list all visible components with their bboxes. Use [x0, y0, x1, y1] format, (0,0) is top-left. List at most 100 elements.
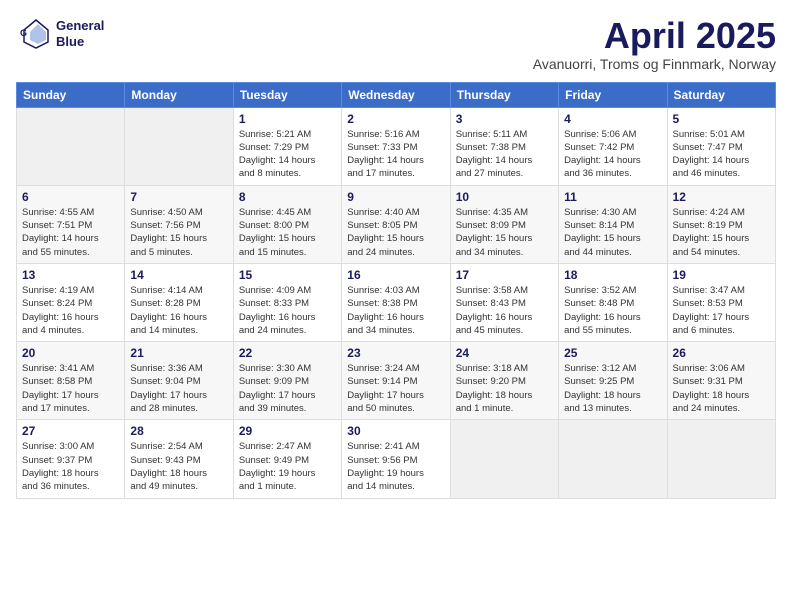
day-info: Sunrise: 5:01 AM Sunset: 7:47 PM Dayligh…	[673, 128, 770, 181]
calendar-cell: 28 Sunrise: 2:54 AM Sunset: 9:43 PM Dayli…	[125, 420, 233, 498]
calendar-cell: 17 Sunrise: 3:58 AM Sunset: 8:43 PM Dayli…	[450, 263, 558, 341]
day-number: 30	[347, 424, 444, 438]
calendar-cell: 4Sunrise: 5:06 AM Sunset: 7:42 PM Daylig…	[559, 107, 667, 185]
calendar-cell: 1 Sunrise: 5:21 AM Sunset: 7:29 PM Daylig…	[233, 107, 341, 185]
day-info: Sunrise: 2:41 AM Sunset: 9:56 PM Dayligh…	[347, 440, 444, 493]
day-number: 1	[239, 112, 336, 126]
day-info: Sunrise: 3:06 AM Sunset: 9:31 PM Dayligh…	[673, 362, 770, 415]
month-title: April 2025	[533, 16, 776, 56]
calendar-week-3: 13 Sunrise: 4:19 AM Sunset: 8:24 PM Dayli…	[17, 263, 776, 341]
calendar-cell: 8 Sunrise: 4:45 AM Sunset: 8:00 PM Daylig…	[233, 185, 341, 263]
day-number: 15	[239, 268, 336, 282]
day-number: 18	[564, 268, 661, 282]
day-info: Sunrise: 3:41 AM Sunset: 8:58 PM Dayligh…	[22, 362, 119, 415]
day-number: 2	[347, 112, 444, 126]
calendar-week-1: 1 Sunrise: 5:21 AM Sunset: 7:29 PM Daylig…	[17, 107, 776, 185]
day-number: 17	[456, 268, 553, 282]
calendar-cell: 12Sunrise: 4:24 AM Sunset: 8:19 PM Dayli…	[667, 185, 775, 263]
day-number: 11	[564, 190, 661, 204]
calendar-week-4: 20 Sunrise: 3:41 AM Sunset: 8:58 PM Dayli…	[17, 342, 776, 420]
calendar-cell: 7 Sunrise: 4:50 AM Sunset: 7:56 PM Daylig…	[125, 185, 233, 263]
day-number: 9	[347, 190, 444, 204]
day-number: 25	[564, 346, 661, 360]
day-number: 8	[239, 190, 336, 204]
calendar-cell: 3 Sunrise: 5:11 AM Sunset: 7:38 PM Daylig…	[450, 107, 558, 185]
calendar-cell: 15 Sunrise: 4:09 AM Sunset: 8:33 PM Dayli…	[233, 263, 341, 341]
day-number: 13	[22, 268, 119, 282]
calendar-cell: 22 Sunrise: 3:30 AM Sunset: 9:09 PM Dayli…	[233, 342, 341, 420]
calendar-cell: 27 Sunrise: 3:00 AM Sunset: 9:37 PM Dayli…	[17, 420, 125, 498]
weekday-header-tuesday: Tuesday	[233, 82, 341, 107]
day-info: Sunrise: 3:24 AM Sunset: 9:14 PM Dayligh…	[347, 362, 444, 415]
day-number: 10	[456, 190, 553, 204]
calendar-cell: 6 Sunrise: 4:55 AM Sunset: 7:51 PM Daylig…	[17, 185, 125, 263]
logo-line1: General	[56, 18, 104, 34]
day-number: 3	[456, 112, 553, 126]
day-number: 16	[347, 268, 444, 282]
svg-text:G: G	[20, 28, 27, 38]
day-info: Sunrise: 3:58 AM Sunset: 8:43 PM Dayligh…	[456, 284, 553, 337]
day-info: Sunrise: 4:19 AM Sunset: 8:24 PM Dayligh…	[22, 284, 119, 337]
day-number: 12	[673, 190, 770, 204]
day-info: Sunrise: 5:11 AM Sunset: 7:38 PM Dayligh…	[456, 128, 553, 181]
calendar-cell	[450, 420, 558, 498]
day-info: Sunrise: 5:21 AM Sunset: 7:29 PM Dayligh…	[239, 128, 336, 181]
calendar-cell: 20 Sunrise: 3:41 AM Sunset: 8:58 PM Dayli…	[17, 342, 125, 420]
calendar-cell: 30 Sunrise: 2:41 AM Sunset: 9:56 PM Dayli…	[342, 420, 450, 498]
day-number: 28	[130, 424, 227, 438]
day-info: Sunrise: 4:30 AM Sunset: 8:14 PM Dayligh…	[564, 206, 661, 259]
calendar-cell: 25 Sunrise: 3:12 AM Sunset: 9:25 PM Dayli…	[559, 342, 667, 420]
day-info: Sunrise: 2:54 AM Sunset: 9:43 PM Dayligh…	[130, 440, 227, 493]
calendar-cell	[17, 107, 125, 185]
weekday-header-monday: Monday	[125, 82, 233, 107]
logo-line2: Blue	[56, 34, 104, 50]
day-number: 7	[130, 190, 227, 204]
calendar-cell: 29 Sunrise: 2:47 AM Sunset: 9:49 PM Dayli…	[233, 420, 341, 498]
day-number: 24	[456, 346, 553, 360]
day-number: 22	[239, 346, 336, 360]
calendar-cell: 18Sunrise: 3:52 AM Sunset: 8:48 PM Dayli…	[559, 263, 667, 341]
day-info: Sunrise: 5:06 AM Sunset: 7:42 PM Dayligh…	[564, 128, 661, 181]
calendar-cell	[667, 420, 775, 498]
day-info: Sunrise: 3:12 AM Sunset: 9:25 PM Dayligh…	[564, 362, 661, 415]
day-number: 6	[22, 190, 119, 204]
calendar-cell: 19Sunrise: 3:47 AM Sunset: 8:53 PM Dayli…	[667, 263, 775, 341]
day-info: Sunrise: 4:09 AM Sunset: 8:33 PM Dayligh…	[239, 284, 336, 337]
day-info: Sunrise: 3:00 AM Sunset: 9:37 PM Dayligh…	[22, 440, 119, 493]
weekday-header-thursday: Thursday	[450, 82, 558, 107]
calendar-cell	[125, 107, 233, 185]
calendar-cell: 21Sunrise: 3:36 AM Sunset: 9:04 PM Dayli…	[125, 342, 233, 420]
day-info: Sunrise: 2:47 AM Sunset: 9:49 PM Dayligh…	[239, 440, 336, 493]
calendar-cell: 14Sunrise: 4:14 AM Sunset: 8:28 PM Dayli…	[125, 263, 233, 341]
calendar-cell: 11 Sunrise: 4:30 AM Sunset: 8:14 PM Dayli…	[559, 185, 667, 263]
page-header: G General Blue April 2025 Avanuorri, Tro…	[16, 16, 776, 72]
day-number: 29	[239, 424, 336, 438]
day-number: 20	[22, 346, 119, 360]
calendar-cell: 16 Sunrise: 4:03 AM Sunset: 8:38 PM Dayli…	[342, 263, 450, 341]
calendar-cell: 2Sunrise: 5:16 AM Sunset: 7:33 PM Daylig…	[342, 107, 450, 185]
calendar-cell: 5Sunrise: 5:01 AM Sunset: 7:47 PM Daylig…	[667, 107, 775, 185]
day-info: Sunrise: 4:03 AM Sunset: 8:38 PM Dayligh…	[347, 284, 444, 337]
day-number: 19	[673, 268, 770, 282]
day-info: Sunrise: 4:35 AM Sunset: 8:09 PM Dayligh…	[456, 206, 553, 259]
calendar-table: SundayMondayTuesdayWednesdayThursdayFrid…	[16, 82, 776, 499]
day-info: Sunrise: 3:36 AM Sunset: 9:04 PM Dayligh…	[130, 362, 227, 415]
day-info: Sunrise: 4:40 AM Sunset: 8:05 PM Dayligh…	[347, 206, 444, 259]
logo-icon: G	[16, 16, 52, 52]
day-number: 27	[22, 424, 119, 438]
logo: G General Blue	[16, 16, 104, 52]
title-block: April 2025 Avanuorri, Troms og Finnmark,…	[533, 16, 776, 72]
day-number: 14	[130, 268, 227, 282]
weekday-header-wednesday: Wednesday	[342, 82, 450, 107]
calendar-week-5: 27 Sunrise: 3:00 AM Sunset: 9:37 PM Dayli…	[17, 420, 776, 498]
calendar-cell	[559, 420, 667, 498]
weekday-header-sunday: Sunday	[17, 82, 125, 107]
logo-text: General Blue	[56, 18, 104, 49]
weekday-header-saturday: Saturday	[667, 82, 775, 107]
day-info: Sunrise: 4:50 AM Sunset: 7:56 PM Dayligh…	[130, 206, 227, 259]
calendar-cell: 23Sunrise: 3:24 AM Sunset: 9:14 PM Dayli…	[342, 342, 450, 420]
day-info: Sunrise: 4:45 AM Sunset: 8:00 PM Dayligh…	[239, 206, 336, 259]
day-info: Sunrise: 3:30 AM Sunset: 9:09 PM Dayligh…	[239, 362, 336, 415]
calendar-cell: 9 Sunrise: 4:40 AM Sunset: 8:05 PM Daylig…	[342, 185, 450, 263]
day-info: Sunrise: 4:55 AM Sunset: 7:51 PM Dayligh…	[22, 206, 119, 259]
